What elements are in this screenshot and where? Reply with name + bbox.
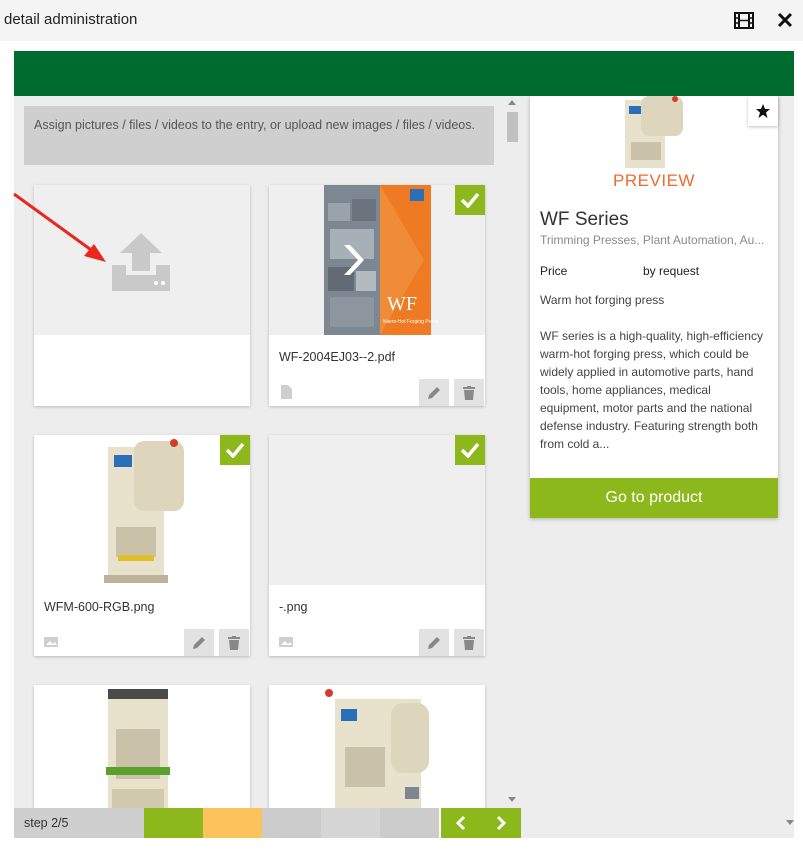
file-card[interactable]: WFM-600-RGB.png — [34, 435, 250, 656]
go-to-product-button[interactable]: Go to product — [530, 478, 778, 518]
edit-button[interactable] — [419, 629, 449, 656]
info-box: Assign pictures / files / videos to the … — [24, 106, 494, 165]
step-segment — [321, 808, 380, 838]
upload-icon — [112, 233, 170, 291]
step-segment — [380, 808, 439, 838]
product-description: WF series is a high-quality, high-effici… — [540, 329, 763, 451]
delete-button[interactable] — [219, 629, 249, 656]
image-icon — [279, 637, 293, 647]
step-bar: step 2/5 — [14, 808, 521, 838]
edit-button[interactable] — [419, 379, 449, 406]
page-scroll-down-arrow[interactable] — [786, 820, 794, 825]
pencil-icon — [193, 636, 205, 649]
header-band — [14, 51, 794, 96]
file-card[interactable]: -.png — [269, 435, 485, 656]
product-categories: Trimming Presses, Plant Automation, Au..… — [540, 233, 765, 247]
star-icon[interactable] — [748, 96, 778, 126]
pencil-icon — [428, 386, 440, 399]
scroll-up-arrow[interactable] — [508, 100, 516, 105]
window-title: detail administration — [4, 11, 138, 28]
pencil-icon — [428, 636, 440, 649]
chevron-left-icon — [455, 815, 466, 831]
edit-button[interactable] — [184, 629, 214, 656]
step-indicator: step 2/5 — [14, 808, 144, 838]
trash-icon — [463, 635, 475, 650]
film-icon[interactable] — [732, 9, 756, 31]
file-name: WF-2004EJ03--2.pdf — [279, 350, 396, 364]
close-icon[interactable] — [773, 9, 797, 31]
selected-checkmark[interactable] — [220, 435, 250, 465]
step-segment — [262, 808, 321, 838]
price-label: Price — [540, 264, 568, 278]
selected-checkmark[interactable] — [455, 435, 485, 465]
preview-panel: PREVIEW WF Series Trimming Presses, Plan… — [530, 96, 778, 518]
document-icon — [281, 385, 292, 399]
selected-checkmark[interactable] — [455, 185, 485, 215]
next-step-button[interactable] — [481, 808, 521, 838]
check-icon — [460, 192, 480, 208]
annotation-arrow — [13, 192, 106, 262]
scroll-thumb[interactable] — [507, 112, 518, 142]
file-card[interactable]: WF Warm-Hot Forging Press WF-2004EJ03--2… — [269, 185, 485, 406]
step-segment — [203, 808, 262, 838]
delete-button[interactable] — [454, 379, 484, 406]
product-thumbnail — [625, 96, 683, 168]
product-title: WF Series — [540, 209, 629, 230]
file-name: WFM-600-RGB.png — [44, 600, 155, 614]
content-area: Assign pictures / files / videos to the … — [14, 96, 794, 838]
check-icon — [460, 442, 480, 458]
image-icon — [44, 637, 58, 647]
check-icon — [225, 442, 245, 458]
image-thumbnail — [34, 435, 250, 585]
chevron-right-icon — [496, 815, 507, 831]
product-tagline: Warm hot forging press — [540, 293, 665, 307]
file-name: -.png — [279, 600, 308, 614]
file-scrollbar[interactable] — [504, 96, 520, 806]
prev-step-button[interactable] — [441, 808, 481, 838]
price-value: by request — [643, 264, 700, 278]
title-bar: detail administration — [0, 0, 803, 41]
pdf-brand-text: WF — [387, 293, 417, 315]
trash-icon — [228, 635, 240, 650]
preview-label: PREVIEW — [613, 171, 695, 190]
step-segment — [144, 808, 203, 838]
image-thumbnail — [269, 435, 485, 585]
scroll-down-arrow[interactable] — [508, 797, 516, 802]
delete-button[interactable] — [454, 629, 484, 656]
trash-icon — [463, 385, 475, 400]
pdf-thumbnail: WF Warm-Hot Forging Press — [269, 185, 485, 335]
pdf-caption-text: Warm-Hot Forging Press — [383, 319, 439, 325]
